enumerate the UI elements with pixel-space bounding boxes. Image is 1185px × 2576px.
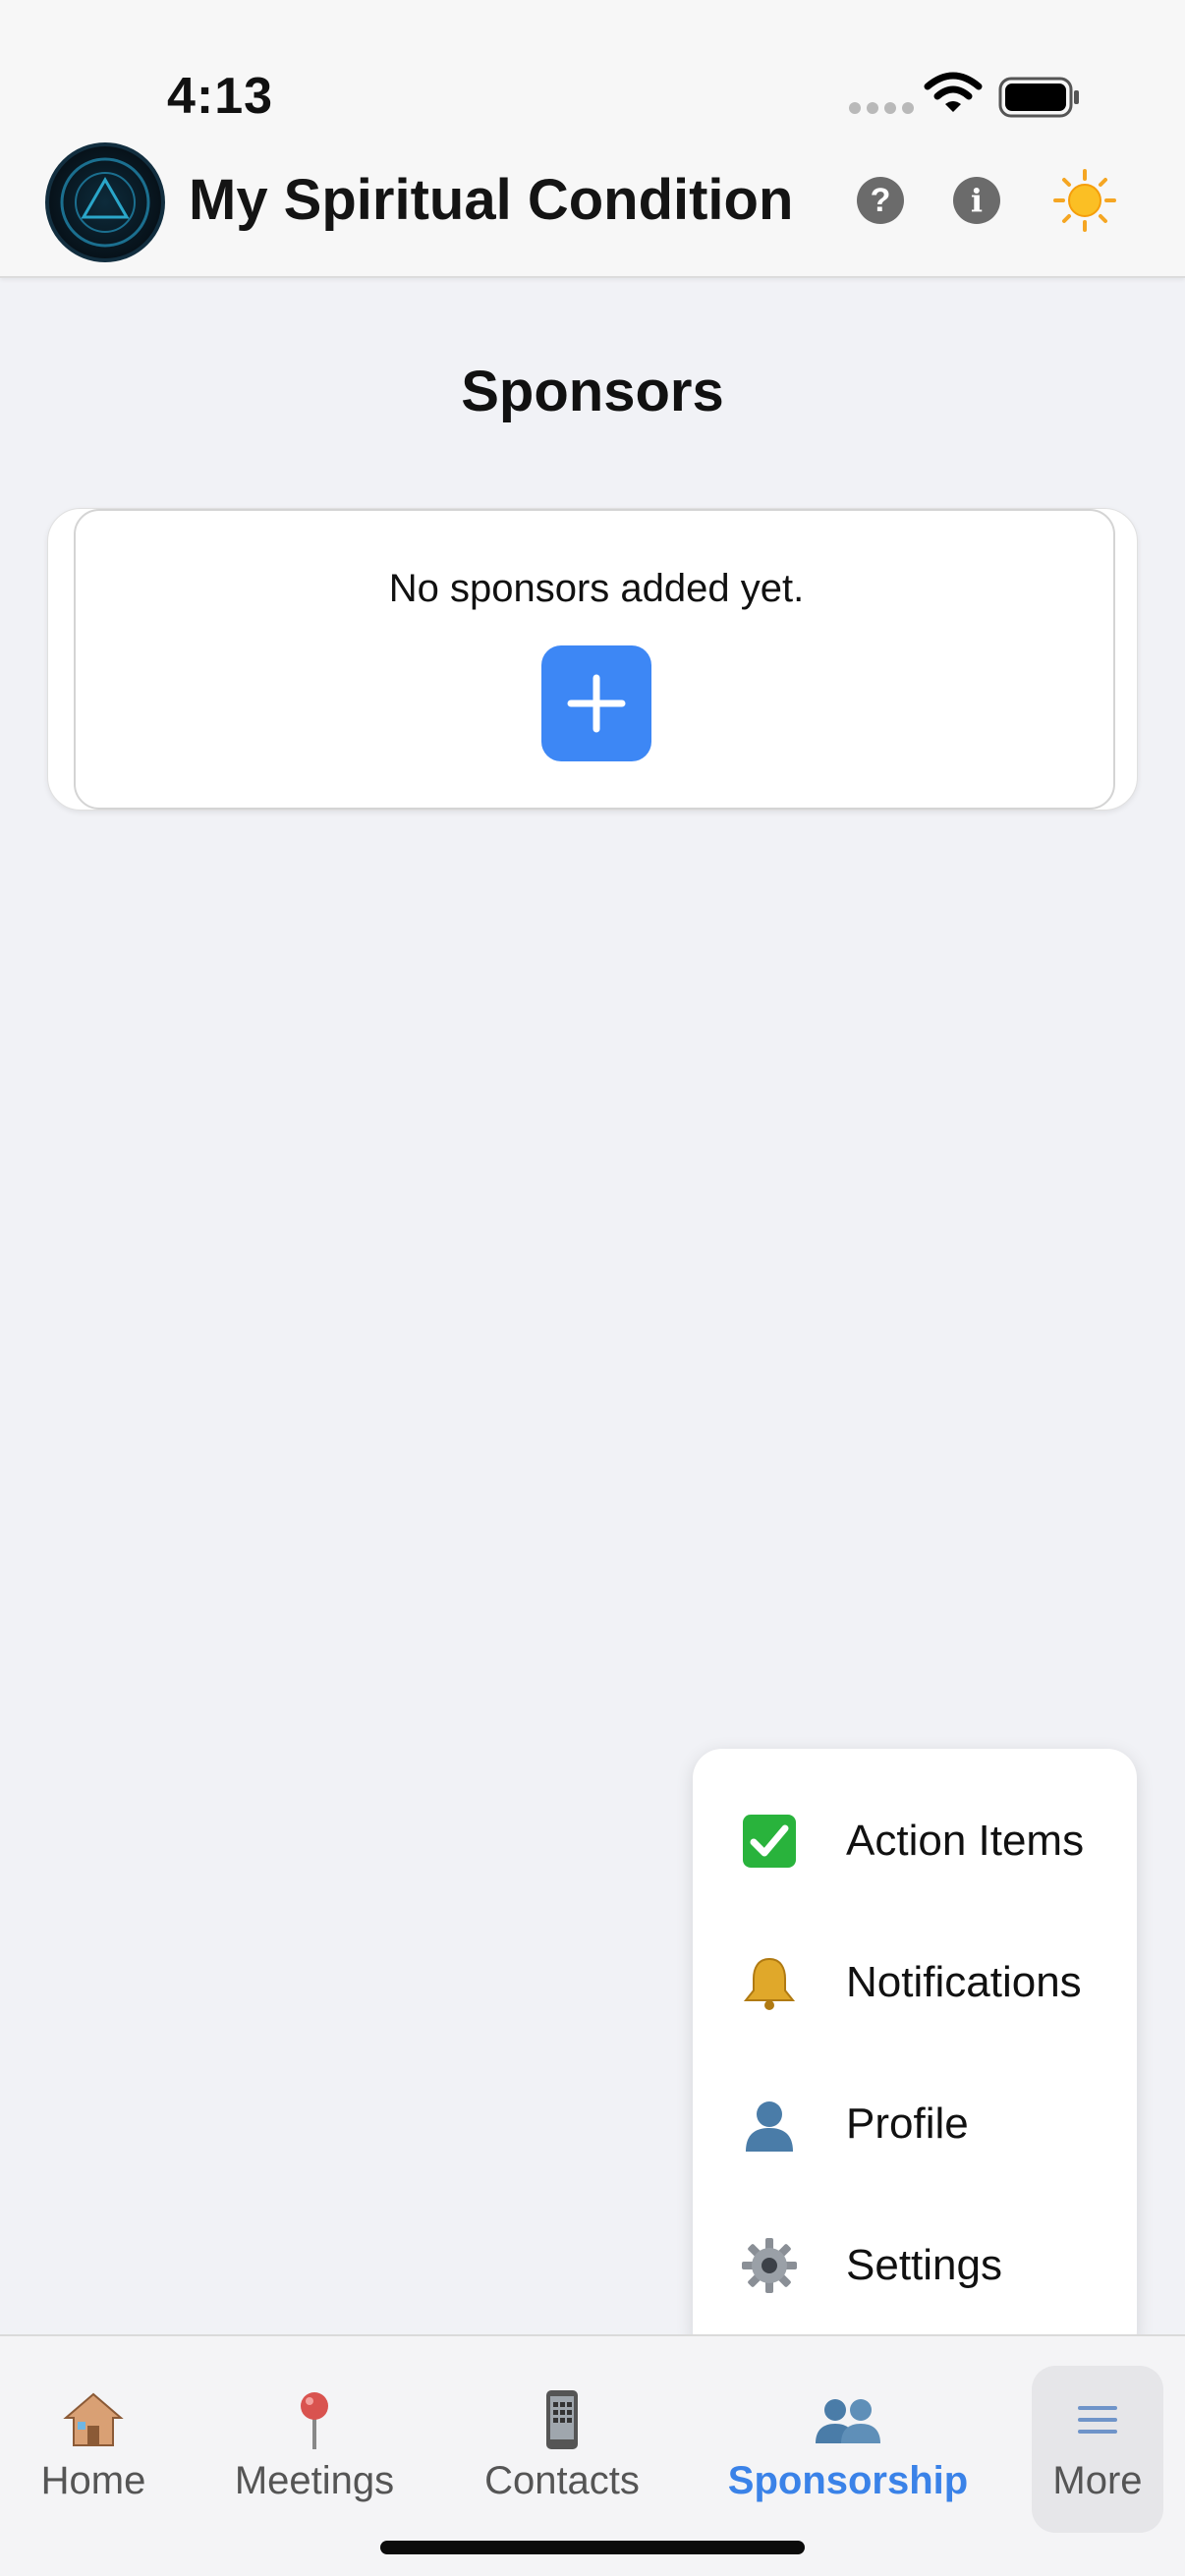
menu-item-notifications[interactable]: Notifications xyxy=(693,1924,1137,2042)
menu-item-label: Action Items xyxy=(846,1817,1085,1865)
more-menu: Action Items Notifications Profile Setti… xyxy=(693,1749,1137,2360)
menu-icon xyxy=(1063,2385,1132,2454)
menu-item-label: Notifications xyxy=(846,1958,1082,2006)
menu-item-settings[interactable]: Settings xyxy=(693,2207,1137,2324)
battery-icon xyxy=(998,77,1079,118)
pushpin-icon xyxy=(280,2385,349,2454)
help-icon[interactable]: ? xyxy=(857,177,904,224)
empty-state-text: No sponsors added yet. xyxy=(388,567,805,610)
tab-contacts[interactable]: Contacts xyxy=(454,2336,670,2533)
tab-sponsorship[interactable]: Sponsorship xyxy=(705,2336,990,2533)
status-time: 4:13 xyxy=(167,68,274,125)
add-sponsor-button[interactable] xyxy=(541,645,651,761)
tab-label: Sponsorship xyxy=(727,2459,969,2502)
menu-item-profile[interactable]: Profile xyxy=(693,2065,1137,2183)
person-icon xyxy=(738,2093,801,2156)
tab-home[interactable]: Home xyxy=(0,2336,187,2533)
bell-icon xyxy=(738,1951,801,2014)
house-icon xyxy=(59,2385,128,2454)
tab-label: Meetings xyxy=(234,2459,395,2502)
wifi-icon xyxy=(924,72,983,112)
sun-icon[interactable] xyxy=(1053,169,1116,232)
tab-label: Contacts xyxy=(484,2459,640,2502)
tab-label: Home xyxy=(40,2459,146,2502)
triangle-logo-icon xyxy=(60,157,150,248)
screen: 4:13 My Spiritual Condition ? i Sponsors… xyxy=(0,0,1185,2576)
menu-item-label: Profile xyxy=(846,2100,969,2148)
plus-icon xyxy=(567,674,626,733)
tab-more[interactable]: More xyxy=(1032,2336,1163,2533)
app-title: My Spiritual Condition xyxy=(189,168,794,232)
menu-item-action-items[interactable]: Action Items xyxy=(693,1782,1137,1900)
cellular-signal-icon xyxy=(849,102,914,114)
gear-icon xyxy=(738,2234,801,2297)
check-box-icon xyxy=(738,1810,801,1873)
sponsors-card: No sponsors added yet. xyxy=(47,508,1138,811)
sponsors-card-inner: No sponsors added yet. xyxy=(74,509,1115,810)
app-logo xyxy=(45,142,165,262)
page-title: Sponsors xyxy=(461,360,724,423)
phone-icon xyxy=(528,2385,596,2454)
tab-label: More xyxy=(1052,2459,1143,2502)
tab-meetings[interactable]: Meetings xyxy=(206,2336,423,2533)
menu-item-label: Settings xyxy=(846,2241,1002,2289)
home-indicator xyxy=(380,2541,805,2554)
info-icon[interactable]: i xyxy=(953,177,1000,224)
app-header: 4:13 My Spiritual Condition ? i xyxy=(0,0,1185,278)
people-icon xyxy=(814,2385,882,2454)
